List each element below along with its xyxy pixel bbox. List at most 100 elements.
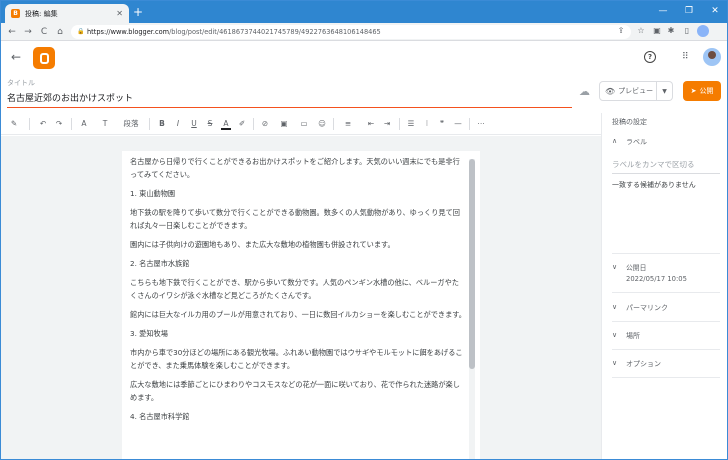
paragraph-format-select[interactable]: 段落: [119, 118, 143, 130]
preview-button[interactable]: 👁 プレビュー: [599, 81, 657, 101]
extension-icon[interactable]: ▣: [651, 25, 663, 37]
scrollbar-thumb[interactable]: [469, 159, 475, 369]
address-bar[interactable]: 🔒 https://www.blogger.com/blog/post/edit…: [71, 25, 631, 39]
indent-icon[interactable]: ⇥: [381, 118, 393, 130]
more-icon[interactable]: ⋯: [475, 118, 487, 130]
publish-label: 公開: [699, 87, 714, 95]
font-size-icon[interactable]: T: [98, 118, 112, 130]
toolbar-divider: [253, 118, 254, 130]
post-body[interactable]: 名古屋から日帰りで行くことができるお出かけスポットをご紹介します。天気のいい週末…: [130, 155, 466, 429]
emoji-icon[interactable]: ☺: [317, 118, 327, 130]
sidebar-divider: [612, 253, 720, 254]
label-section-title: ラベル: [626, 138, 647, 146]
puzzle-icon[interactable]: ✱: [665, 25, 677, 37]
paragraph: 地下鉄の駅を降りて歩いて数分で行くことができる動物園。数多くの人気動物があり、ゆ…: [130, 208, 460, 230]
horizontal-rule-icon[interactable]: —: [453, 118, 463, 130]
preview-label: プレビュー: [618, 87, 654, 95]
paragraph: 1. 東山動物園: [130, 189, 176, 198]
outdent-icon[interactable]: ⇤: [365, 118, 377, 130]
send-icon: ➤: [690, 87, 697, 95]
paragraph: 市内から車で30分ほどの場所にある観光牧場。ふれあい動物園ではウサギやモルモット…: [130, 348, 463, 370]
url-host: https://www.blogger.com: [87, 28, 170, 36]
back-button[interactable]: ←: [5, 25, 19, 39]
minimize-button[interactable]: —: [651, 4, 675, 18]
sidebar-divider: [612, 292, 720, 293]
post-settings-sidebar: 投稿の設定 ∧ ラベル ラベルをカンマで区切る 一致する候補がありません ∨ 公…: [601, 113, 727, 459]
sidepanel-icon[interactable]: ▯: [681, 25, 693, 37]
apps-grid-icon[interactable]: ⠿: [682, 52, 689, 62]
italic-icon[interactable]: I: [173, 118, 183, 130]
publish-date-title: 公開日: [626, 264, 647, 272]
help-icon[interactable]: ?: [644, 51, 656, 63]
undo-icon[interactable]: ↶: [37, 118, 49, 130]
paragraph: 名古屋から日帰りで行くことができるお出かけスポットをご紹介します。天気のいい週末…: [130, 157, 460, 179]
share-icon[interactable]: ⇪: [615, 25, 627, 37]
sidebar-divider: [612, 321, 720, 322]
text-color-icon[interactable]: A: [221, 118, 231, 130]
star-icon[interactable]: ☆: [635, 25, 647, 37]
url-path: /blog/post/edit/4618673744021745789/4922…: [169, 28, 381, 36]
toolbar-divider: [333, 118, 334, 130]
back-arrow-icon[interactable]: ←: [11, 50, 21, 64]
quote-icon[interactable]: ❞: [437, 118, 447, 130]
chevron-down-icon: ∨: [612, 331, 618, 339]
permalink-title: パーマリンク: [626, 304, 668, 312]
strikethrough-icon[interactable]: S: [205, 118, 215, 130]
no-match-text: 一致する候補がありません: [612, 181, 696, 189]
window-close-button[interactable]: ✕: [703, 4, 727, 18]
underline-icon[interactable]: U: [189, 118, 199, 130]
maximize-button[interactable]: ❐: [677, 4, 701, 18]
forward-button[interactable]: →: [21, 25, 35, 39]
sidebar-divider: [612, 377, 720, 378]
image-icon[interactable]: ▣: [277, 118, 291, 130]
font-icon[interactable]: A: [77, 118, 91, 130]
label-input[interactable]: ラベルをカンマで区切る: [612, 159, 720, 174]
formatting-toolbar: ✎ ↶ ↷ A T 段落 B I U S A ✐ ⊘ ▣ ▭ ☺ ≡ ⇤ ⇥ ☰…: [1, 113, 601, 135]
toolbar-divider: [71, 118, 72, 130]
tab-title: 投稿: 編集: [25, 9, 58, 18]
browser-window: B 投稿: 編集 ✕ + — ❐ ✕ ← → C ⌂ 🔒 https://www…: [0, 0, 728, 460]
paragraph: こちらも地下鉄で行くことができ、駅から歩いて数分です。人気のペンギン水槽の他に、…: [130, 278, 459, 300]
paragraph: 館内には巨大なイルカ用のプールが用意されており、一日に数回イルカショーを楽しむこ…: [130, 310, 466, 319]
blogger-favicon: B: [11, 9, 20, 18]
editor-page[interactable]: 名古屋から日帰りで行くことができるお出かけスポットをご紹介します。天気のいい週末…: [122, 151, 480, 459]
chevron-down-icon: ∨: [612, 263, 618, 271]
bold-icon[interactable]: B: [157, 118, 167, 130]
publish-date-value: 2022/05/17 10:05: [626, 275, 687, 283]
preview-dropdown-icon[interactable]: ▼: [657, 81, 673, 101]
paragraph: 4. 名古屋市科学館: [130, 412, 190, 421]
link-icon[interactable]: ⊘: [259, 118, 271, 130]
toolbar-divider: [399, 118, 400, 130]
tab-strip: B 投稿: 編集 ✕ + — ❐ ✕: [1, 1, 727, 23]
browser-tab[interactable]: B 投稿: 編集 ✕: [5, 4, 129, 23]
profile-avatar[interactable]: [697, 25, 709, 37]
paragraph: 園内には子供向けの遊園地もあり、また広大な敷地の植物園も併設されています。: [130, 240, 395, 249]
reload-button[interactable]: C: [37, 25, 51, 39]
numbered-list-icon[interactable]: ⁝: [421, 118, 433, 130]
label-section-header[interactable]: ∧ ラベル: [612, 137, 647, 147]
chevron-up-icon: ∧: [612, 137, 618, 145]
title-label: タイトル: [7, 79, 35, 87]
title-input[interactable]: 名古屋近郊のお出かけスポット: [7, 91, 572, 108]
pencil-icon[interactable]: ✎: [7, 118, 21, 130]
publish-button[interactable]: ➤ 公開: [683, 81, 721, 101]
blogger-logo[interactable]: [33, 47, 55, 69]
bulleted-list-icon[interactable]: ☰: [405, 118, 417, 130]
toolbar-divider: [29, 118, 30, 130]
settings-title: 投稿の設定: [612, 118, 647, 126]
new-tab-button[interactable]: +: [131, 4, 145, 20]
options-section[interactable]: ∨ オプション: [612, 359, 661, 369]
highlight-icon[interactable]: ✐: [237, 118, 247, 130]
align-icon[interactable]: ≡: [341, 118, 355, 130]
home-button[interactable]: ⌂: [53, 25, 67, 39]
user-avatar[interactable]: [703, 48, 721, 66]
video-icon[interactable]: ▭: [297, 118, 311, 130]
permalink-section[interactable]: ∨ パーマリンク: [612, 303, 668, 313]
sidebar-divider: [612, 349, 720, 350]
publish-date-section[interactable]: ∨ 公開日 2022/05/17 10:05: [612, 263, 687, 285]
close-tab-icon[interactable]: ✕: [116, 9, 123, 18]
options-title: オプション: [626, 360, 661, 368]
cloud-saved-icon: ☁: [579, 85, 590, 98]
location-section[interactable]: ∨ 場所: [612, 331, 640, 341]
redo-icon[interactable]: ↷: [53, 118, 65, 130]
